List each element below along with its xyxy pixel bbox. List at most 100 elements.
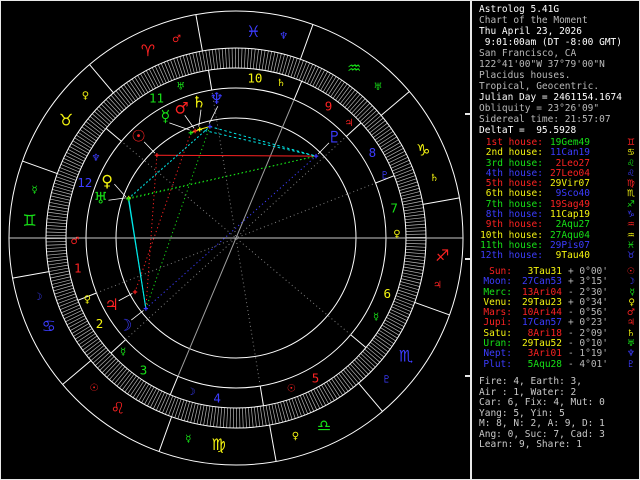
degree-tick <box>218 48 221 69</box>
degree-tick <box>157 64 167 84</box>
degree-tick <box>396 292 416 300</box>
zodiac-sign-icon: ♒ <box>626 230 635 241</box>
wheel-house-number: 11 <box>149 90 164 105</box>
degree-tick <box>252 48 256 69</box>
degree-tick <box>394 298 414 306</box>
wheel-sign-icon: ♉ <box>59 110 73 129</box>
wheel-planet-icon: ☿ <box>160 106 170 125</box>
sign-boundary-line <box>22 160 58 175</box>
degree-tick <box>297 396 305 416</box>
degree-tick <box>405 243 426 245</box>
aspect-line <box>145 155 158 309</box>
degree-tick <box>205 50 210 71</box>
planet-icon: ♄ <box>626 328 635 339</box>
degree-tick <box>281 55 289 75</box>
wheel-sign-icon: ♈ <box>141 41 155 60</box>
wheel-sign-ruler-icon: ♇ <box>382 375 391 386</box>
degree-tick <box>48 208 69 213</box>
header-line: Obliquity = 23°26'09" <box>479 103 600 114</box>
degree-tick <box>47 261 68 266</box>
degree-tick <box>251 407 254 428</box>
degree-tick <box>183 401 191 421</box>
degree-tick <box>213 406 217 427</box>
planet-pointer-line <box>118 293 133 302</box>
planet-icon: ♃ <box>626 318 635 329</box>
wheel-sign-ruler-icon: ♀ <box>82 90 89 101</box>
degree-tick <box>265 405 270 426</box>
header-line: Chart of the Moment <box>479 15 588 26</box>
degree-tick <box>48 205 69 210</box>
degree-tick <box>165 395 174 415</box>
zodiac-sign-icon: ♐ <box>626 199 635 210</box>
degree-tick <box>62 307 82 317</box>
degree-tick <box>397 178 417 186</box>
sign-boundary-line <box>158 416 173 452</box>
header-line: Placidus houses. <box>479 70 571 81</box>
wheel-house-number: 1 <box>74 261 82 276</box>
degree-tick <box>405 251 426 255</box>
planet-icon: ☿ <box>629 287 635 298</box>
degree-tick <box>399 184 419 191</box>
degree-tick <box>177 399 185 419</box>
aspect-line <box>209 126 317 157</box>
planet-velocity: - 4°01' <box>567 358 608 370</box>
degree-tick <box>262 405 267 426</box>
wheel-planet-icon: ♂ <box>175 98 189 117</box>
degree-tick <box>46 244 67 246</box>
degree-tick <box>291 398 299 418</box>
zodiac-sign-icon: ♓ <box>626 240 635 251</box>
degree-tick <box>202 50 207 71</box>
zodiac-sign-icon: ♑ <box>626 210 635 221</box>
stat-line: Fire: 4, Earth: 3, <box>479 376 582 387</box>
degree-tick <box>56 176 76 184</box>
degree-tick <box>167 60 175 80</box>
sign-boundary-line <box>269 424 277 462</box>
wheel-sign-icon: ♓ <box>246 22 260 41</box>
planet-pointer-line <box>131 310 144 321</box>
degree-tick <box>173 58 181 78</box>
degree-tick <box>255 49 259 70</box>
wheel-house-number: 5 <box>312 371 320 386</box>
zodiac-sign-icon: ♍ <box>626 179 635 190</box>
wheel-house-number: 12 <box>77 175 92 190</box>
degree-tick <box>267 51 273 72</box>
header-line: Julian Day = 2461154.1674 <box>479 92 622 103</box>
degree-tick <box>393 300 413 309</box>
degree-tick <box>261 50 266 71</box>
degree-tick <box>392 303 412 313</box>
degree-tick <box>405 227 426 229</box>
wheel-house-ruler-icon: ♆ <box>91 153 100 164</box>
astrolog-window: ☉ ☽ ☿ ♀ ♂ ♃ ♄ ♅ ♆ ♇ ♈ ♂ ♉ ♀ ♊ ☿ ♋ ☽ ♌ ☉ ♍ ☿ ♎ ♀ ♏ ♇ ♐ ♃ ♑ ♄ ♒ ♅ ♓ ♆ 1 ♂ 2 ♀ 3 ☿… <box>0 0 640 480</box>
degree-tick <box>46 231 67 233</box>
aspect-line <box>199 128 317 157</box>
house-cusp-row: 12th house: 9Tau40 ♉ <box>479 250 635 261</box>
degree-tick <box>46 218 67 222</box>
planet-icon: ♅ <box>626 339 635 350</box>
degree-tick <box>54 182 74 190</box>
degree-tick <box>249 48 253 69</box>
wheel-house-ruler-icon: ♃ <box>344 118 353 129</box>
degree-tick <box>288 399 296 419</box>
degree-tick <box>299 395 309 415</box>
wheel-sign-ruler-icon: ☽ <box>33 292 42 303</box>
degree-tick <box>58 299 78 307</box>
wheel-planet-icon: ♇ <box>327 128 341 147</box>
planet-label: Plut: <box>483 358 512 370</box>
degree-tick <box>48 267 69 272</box>
degree-tick <box>59 301 79 311</box>
degree-tick <box>241 48 243 69</box>
wheel-house-ruler-icon: ♅ <box>176 81 185 92</box>
wheel-house-ruler-icon: ☿ <box>120 347 126 358</box>
degree-tick <box>62 160 81 170</box>
aspect-line <box>128 155 317 200</box>
degree-tick <box>56 293 76 301</box>
degree-tick <box>46 221 67 225</box>
degree-tick <box>404 257 425 261</box>
degree-tick <box>225 48 227 69</box>
header-line: Tropical, Geocentric. <box>479 81 600 92</box>
header-line: 122°41'00"W 37°79'00"N <box>479 59 605 70</box>
wheel-sign-icon: ♌ <box>111 398 125 417</box>
wheel-sign-ruler-icon: ♄ <box>430 173 439 184</box>
aspect-line <box>145 155 317 309</box>
degree-tick <box>393 165 413 175</box>
